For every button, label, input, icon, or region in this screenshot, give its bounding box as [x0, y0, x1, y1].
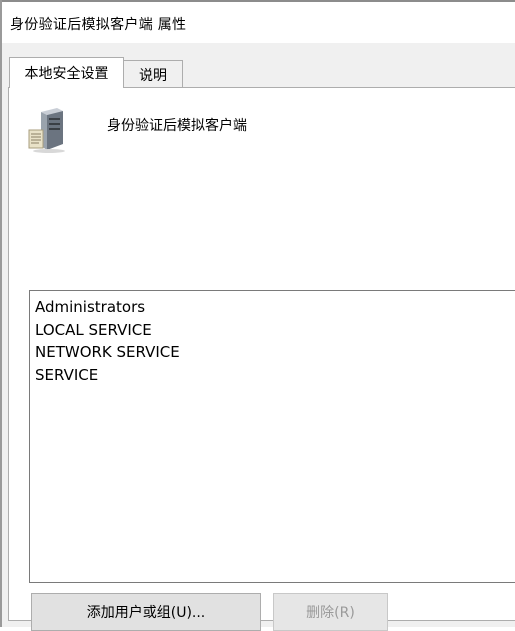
- tab-label: 本地安全设置: [24, 66, 109, 82]
- tab-panel: 身份验证后模拟客户端 Administrators LOCAL SERVICE …: [8, 87, 515, 631]
- add-user-or-group-button[interactable]: 添加用户或组(U)...: [31, 593, 261, 631]
- server-icon: [27, 108, 69, 154]
- accounts-listbox[interactable]: Administrators LOCAL SERVICE NETWORK SER…: [29, 290, 515, 583]
- tab-local-security-setting[interactable]: 本地安全设置: [9, 57, 124, 88]
- list-item[interactable]: NETWORK SERVICE: [35, 341, 515, 364]
- list-item[interactable]: SERVICE: [35, 364, 515, 387]
- window-title: 身份验证后模拟客户端 属性: [10, 17, 187, 33]
- tab-explain[interactable]: 说明: [123, 60, 183, 88]
- button-label: 删除(R): [306, 605, 355, 621]
- remove-button[interactable]: 删除(R): [273, 593, 388, 631]
- list-item[interactable]: Administrators: [35, 296, 515, 319]
- tab-label: 说明: [139, 67, 167, 84]
- dialog-body: 本地安全设置 说明 身份验证后模拟客户端 Administrators LOCA…: [2, 43, 515, 631]
- button-label: 添加用户或组(U)...: [86, 605, 206, 621]
- list-item[interactable]: LOCAL SERVICE: [35, 319, 515, 342]
- policy-name: 身份验证后模拟客户端: [107, 118, 247, 134]
- title-bar[interactable]: 身份验证后模拟客户端 属性: [2, 2, 515, 43]
